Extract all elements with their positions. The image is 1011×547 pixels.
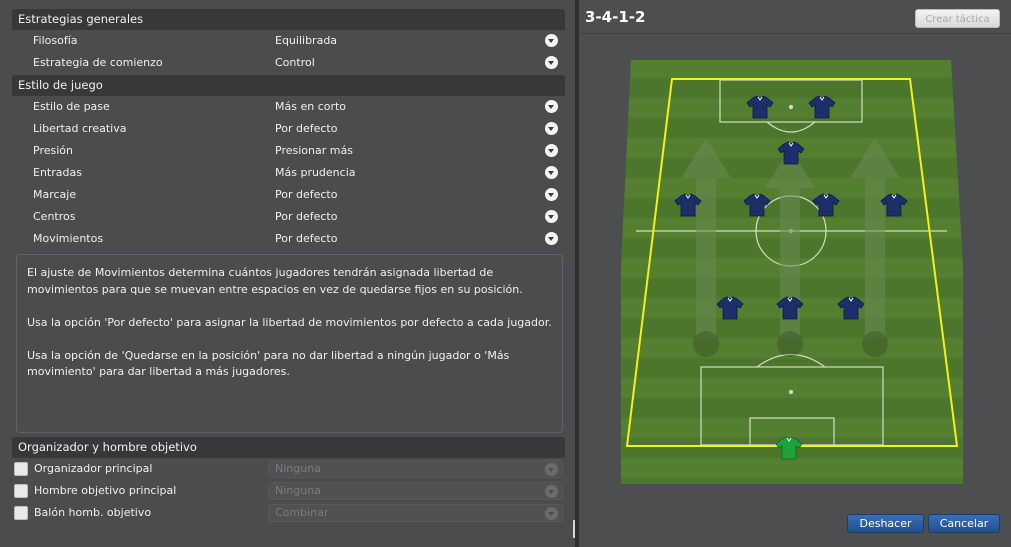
option-row-playmaker: Organizador principal Ninguna (12, 458, 565, 480)
chevron-down-icon[interactable] (545, 56, 558, 69)
setting-value[interactable]: Por defecto (275, 118, 337, 140)
setting-label: Presión (33, 144, 73, 157)
chevron-down-icon[interactable] (545, 34, 558, 47)
chevron-down-icon (545, 507, 558, 520)
undo-button[interactable]: Deshacer (847, 514, 924, 533)
tactics-settings-panel: Estrategias generales Filosofía Equilibr… (0, 0, 577, 547)
option-row-target-ball: Balón homb. objetivo Combinar (12, 502, 565, 524)
chevron-down-icon[interactable] (545, 100, 558, 113)
chevron-down-icon[interactable] (545, 144, 558, 157)
setting-row-tackling[interactable]: Entradas Más prudencia (12, 162, 565, 184)
target-man-dropdown[interactable]: Ninguna (268, 482, 563, 500)
description-paragraph: El ajuste de Movimientos determina cuánt… (27, 266, 523, 296)
setting-label: Marcaje (33, 188, 77, 201)
chevron-down-icon (545, 463, 558, 476)
setting-label: Filosofía (33, 34, 78, 47)
chevron-down-icon[interactable] (545, 166, 558, 179)
option-label: Balón homb. objetivo (34, 506, 152, 519)
target-ball-dropdown[interactable]: Combinar (268, 504, 563, 522)
tactics-pitch (621, 60, 963, 484)
setting-label: Libertad creativa (33, 122, 127, 135)
checkbox-icon[interactable] (14, 506, 28, 520)
setting-description-box: El ajuste de Movimientos determina cuánt… (16, 254, 563, 433)
setting-row-creative-freedom[interactable]: Libertad creativa Por defecto (12, 118, 565, 140)
setting-label: Movimientos (33, 232, 104, 245)
setting-value[interactable]: Equilibrada (275, 30, 337, 52)
setting-row-pressing[interactable]: Presión Presionar más (12, 140, 565, 162)
option-row-target-man: Hombre objetivo principal Ninguna (12, 480, 565, 502)
setting-label: Estilo de pase (33, 100, 110, 113)
section-header-general-strategies: Estrategias generales (12, 9, 565, 30)
checkbox-icon[interactable] (14, 462, 28, 476)
setting-row-start-strategy[interactable]: Estrategia de comienzo Control (12, 52, 565, 74)
setting-value[interactable]: Por defecto (275, 228, 337, 250)
description-paragraph: Usa la opción 'Por defecto' para asignar… (27, 315, 552, 329)
chevron-down-icon[interactable] (545, 210, 558, 223)
chevron-down-icon[interactable] (545, 188, 558, 201)
dropdown-value: Ninguna (275, 484, 321, 497)
setting-value[interactable]: Más en corto (275, 96, 346, 118)
setting-value[interactable]: Por defecto (275, 184, 337, 206)
option-label: Organizador principal (34, 462, 153, 475)
tactic-pitch-panel: 3-4-1-2 Crear táctica Deshacer Cancelar (579, 0, 1011, 547)
chevron-down-icon[interactable] (545, 122, 558, 135)
setting-label: Centros (33, 210, 76, 223)
setting-label: Entradas (33, 166, 82, 179)
section-header-organizer: Organizador y hombre objetivo (12, 437, 565, 458)
header-separator (579, 33, 1011, 34)
chevron-down-icon[interactable] (545, 232, 558, 245)
setting-value[interactable]: Más prudencia (275, 162, 356, 184)
setting-value[interactable]: Presionar más (275, 140, 353, 162)
formation-title: 3-4-1-2 (585, 8, 646, 26)
cancel-button[interactable]: Cancelar (928, 514, 1000, 533)
setting-value[interactable]: Por defecto (275, 206, 337, 228)
dropdown-value: Combinar (275, 506, 329, 519)
create-tactic-button[interactable]: Crear táctica (915, 9, 1000, 28)
setting-row-movement[interactable]: Movimientos Por defecto (12, 228, 565, 250)
setting-label: Estrategia de comienzo (33, 56, 163, 69)
checkbox-icon[interactable] (14, 484, 28, 498)
setting-row-crossing[interactable]: Centros Por defecto (12, 206, 565, 228)
setting-row-marking[interactable]: Marcaje Por defecto (12, 184, 565, 206)
setting-row-philosophy[interactable]: Filosofía Equilibrada (12, 30, 565, 52)
section-header-play-style: Estilo de juego (12, 75, 565, 96)
setting-value[interactable]: Control (275, 52, 315, 74)
chevron-down-icon (545, 485, 558, 498)
option-label: Hombre objetivo principal (34, 484, 177, 497)
setting-row-passing-style[interactable]: Estilo de pase Más en corto (12, 96, 565, 118)
description-paragraph: Usa la opción de 'Quedarse en la posició… (27, 348, 510, 379)
playmaker-dropdown[interactable]: Ninguna (268, 460, 563, 478)
dropdown-value: Ninguna (275, 462, 321, 475)
